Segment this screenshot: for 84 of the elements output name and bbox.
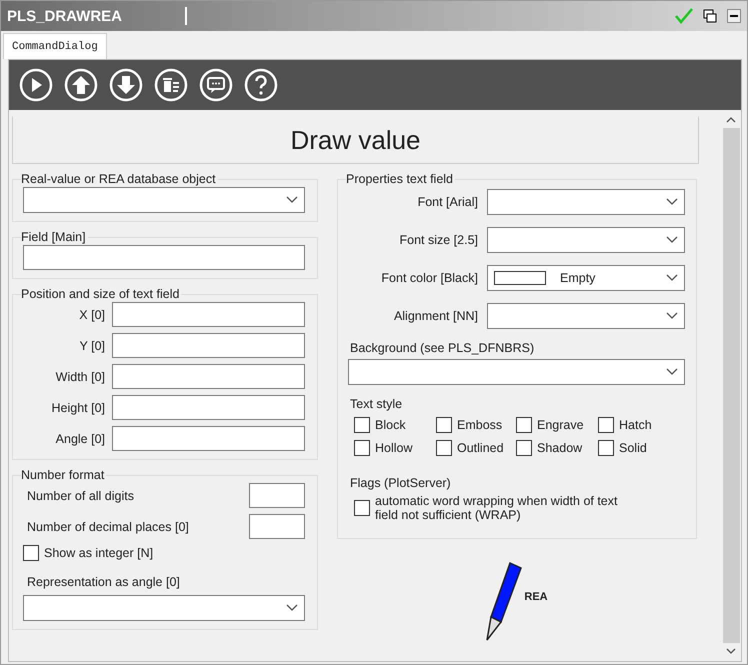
input-field[interactable] [249,483,305,508]
play-icon [19,68,53,102]
field-label: X [0] [78,308,105,322]
select-field[interactable] [23,187,305,213]
comment-button[interactable] [199,68,233,102]
field-label: Representation as angle [0] [26,575,181,589]
checkbox[interactable] [598,440,614,456]
field-label: Width [0] [54,370,105,384]
scroll-down-icon[interactable] [726,647,736,655]
section-label: Text style [349,397,404,411]
select-field[interactable] [23,595,305,621]
tab[interactable]: CommandDialog [3,33,107,59]
chevron-down-icon [666,368,678,376]
checkbox-label: Shadow [537,441,582,455]
checkmark-icon[interactable] [675,8,693,24]
scroll-up-icon[interactable] [726,116,736,124]
minimize-icon[interactable] [727,9,741,23]
chevron-down-icon [286,196,298,204]
field-label: Angle [0] [54,432,105,446]
chevron-down-icon [666,312,678,320]
field-label: Y [0] [78,338,105,352]
checkbox[interactable] [516,417,532,433]
speech-bubble-icon [199,68,233,102]
up-button[interactable] [64,68,98,102]
chevron-down-icon [666,198,678,206]
checkbox-label: Hatch [619,418,652,432]
checkbox[interactable] [23,545,39,561]
trash-list-icon [154,68,188,102]
field-label: Background (see PLS_DFNBRS) [349,341,536,355]
group-label: Number format [21,468,106,482]
checkbox-label: Outlined [457,441,504,455]
group-label: Real-value or REA database object [21,172,217,186]
input-field[interactable] [112,302,305,327]
section-label: Flags (PlotServer) [349,476,452,490]
input-field[interactable] [112,333,305,358]
checkbox[interactable] [354,417,370,433]
field-label: Font color [Black] [380,271,478,285]
checkbox-label: automatic word wrapping when width of text field not sufficient (WRAP) [375,494,618,522]
help-button[interactable] [244,68,278,102]
checkbox-label: Hollow [375,441,413,455]
dialog-heading: Draw value [12,116,699,164]
select-field[interactable] [487,227,685,253]
checkbox-label: Show as integer [N] [44,546,154,560]
checkbox[interactable] [516,440,532,456]
arrow-up-icon [64,68,98,102]
input-field[interactable] [112,426,305,451]
input-field[interactable] [112,395,305,420]
checkbox[interactable] [354,440,370,456]
checkbox-label: Emboss [457,418,502,432]
input-field[interactable] [112,364,305,389]
input-field[interactable] [23,245,305,270]
pen-icon [486,561,522,641]
chevron-down-icon [666,274,678,282]
down-button[interactable] [109,68,143,102]
checkbox-label: Engrave [537,418,584,432]
select-field[interactable] [487,189,685,215]
checkbox[interactable] [436,440,452,456]
field-label: Font size [2.5] [398,233,478,247]
restore-icon[interactable] [703,9,717,23]
select-field[interactable] [348,359,685,385]
group-label: Properties text field [346,172,454,186]
field-label: Alignment [NN] [392,309,478,323]
pen-label: REA [524,591,548,605]
checkbox[interactable] [354,500,370,516]
field-label: Number of decimal places [0] [26,520,189,534]
delete-button[interactable] [154,68,188,102]
group-label: Position and size of text field [21,287,180,301]
checkbox-label: Solid [619,441,647,455]
chevron-down-icon [666,236,678,244]
checkbox-label: Block [375,418,406,432]
chevron-down-icon [286,604,298,612]
input-field[interactable] [249,514,305,539]
select-field[interactable]: Empty [487,265,685,291]
help-icon [244,68,278,102]
checkbox[interactable] [598,417,614,433]
play-button[interactable] [19,68,53,102]
window-title: PLS_DRAWREA [7,8,124,24]
select-field[interactable] [487,303,685,329]
arrow-down-icon [109,68,143,102]
field-label: Number of all digits [26,488,134,502]
group-label: Field [Main] [21,230,87,244]
field-label: Font [Arial] [416,195,478,209]
checkbox[interactable] [436,417,452,433]
field-label: Height [0] [50,400,105,414]
